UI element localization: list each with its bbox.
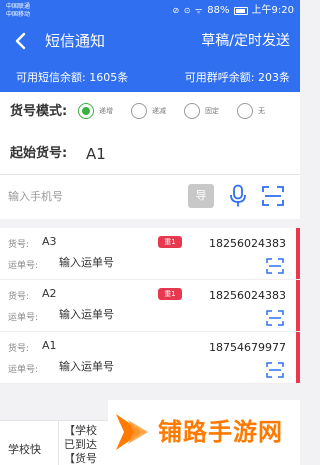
mode-radio-label: 递增: [99, 107, 113, 115]
mode-radio-label: 固定: [205, 107, 219, 115]
import-button[interactable]: 导: [188, 184, 214, 208]
template-label: 学校快: [8, 443, 41, 456]
start-code-label: 起始货号:: [10, 146, 68, 161]
list-item[interactable]: 货号: A3 重1 18256024383 运单号:: [0, 228, 300, 280]
mode-radio-fixed[interactable]: 固定: [184, 103, 219, 119]
radio-unselected-icon: [184, 103, 200, 119]
phone-number: 18256024383: [209, 289, 286, 302]
delete-strip[interactable]: [296, 332, 300, 383]
delete-strip[interactable]: [296, 280, 300, 331]
app-bar: 短信通知 草稿/定时发送: [0, 22, 300, 60]
back-arrow-icon[interactable]: [12, 32, 30, 50]
code-key: 货号:: [8, 292, 30, 302]
list-item[interactable]: 货号: A1 18754679977 运单号:: [0, 332, 300, 384]
watermark: 铺路手游网: [108, 400, 300, 465]
phone-number: 18256024383: [209, 237, 286, 250]
divider: [58, 421, 59, 465]
code-value: A3: [42, 235, 57, 248]
template-line: 【货号: [64, 452, 97, 465]
status-indicators: ⊘ ⊙ ᯤ 88% 上午9:20: [173, 5, 295, 17]
page-title: 短信通知: [45, 32, 106, 50]
duplicate-badge: 重1: [158, 288, 182, 300]
phone-number: 18754679977: [209, 341, 286, 354]
config-panel: 货号模式: 递增 递减 固定 无 起始货号: A1 导: [0, 92, 300, 219]
phone-input[interactable]: [8, 187, 168, 205]
waybill-key: 运单号:: [8, 365, 39, 375]
scan-icon[interactable]: [262, 186, 284, 206]
code-value: A1: [42, 339, 57, 352]
code-value: A2: [42, 287, 57, 300]
duplicate-badge: 重1: [158, 236, 182, 248]
scan-icon[interactable]: [266, 258, 284, 274]
radio-unselected-icon: [131, 103, 147, 119]
template-line: 【学校: [64, 424, 97, 437]
waybill-input[interactable]: [59, 308, 179, 321]
template-line: 已到达: [64, 438, 97, 451]
waybill-key: 运单号:: [8, 313, 39, 323]
radio-selected-icon: [78, 103, 94, 119]
waybill-key: 运单号:: [8, 261, 39, 271]
mode-radio-none[interactable]: 无: [237, 103, 265, 119]
code-mode-label: 货号模式:: [10, 104, 68, 119]
waybill-input[interactable]: [59, 256, 179, 269]
delete-strip[interactable]: [296, 228, 300, 279]
waybill-input[interactable]: [59, 360, 179, 373]
scan-icon[interactable]: [266, 362, 284, 378]
status-bar: 中国联通 中国移动 ⊘ ⊙ ᯤ 88% 上午9:20: [0, 0, 300, 22]
draft-scheduled-button[interactable]: 草稿/定时发送: [201, 32, 290, 50]
group-call-balance: 可用群呼余额: 203条: [184, 71, 290, 84]
battery-icon: [233, 7, 248, 15]
mode-radio-decrement[interactable]: 递减: [131, 103, 166, 119]
mode-radio-label: 无: [258, 107, 265, 115]
carrier-2: 中国移动: [6, 11, 31, 18]
radio-unselected-icon: [237, 103, 253, 119]
clock: 上午9:20: [251, 5, 294, 16]
code-key: 货号:: [8, 240, 30, 250]
watermark-logo-icon: [116, 414, 148, 450]
list-item[interactable]: 货号: A2 重1 18256024383 运单号:: [0, 280, 300, 332]
mode-radio-label: 递减: [152, 107, 166, 115]
battery-percent: 88%: [207, 5, 230, 16]
sms-balance: 可用短信余额: 1605条: [16, 71, 129, 84]
mode-radio-increment[interactable]: 递增: [78, 103, 113, 119]
balance-bar: 可用短信余额: 1605条 可用群呼余额: 203条: [0, 60, 300, 92]
status-icons: ⊘ ⊙ ᯤ: [172, 6, 204, 15]
divider: [0, 174, 300, 175]
watermark-text: 铺路手游网: [158, 418, 283, 446]
code-key: 货号:: [8, 344, 30, 354]
scan-icon[interactable]: [266, 310, 284, 326]
start-code-value[interactable]: A1: [86, 145, 106, 163]
microphone-icon[interactable]: [229, 184, 247, 208]
carrier-1: 中国联通: [6, 3, 31, 10]
